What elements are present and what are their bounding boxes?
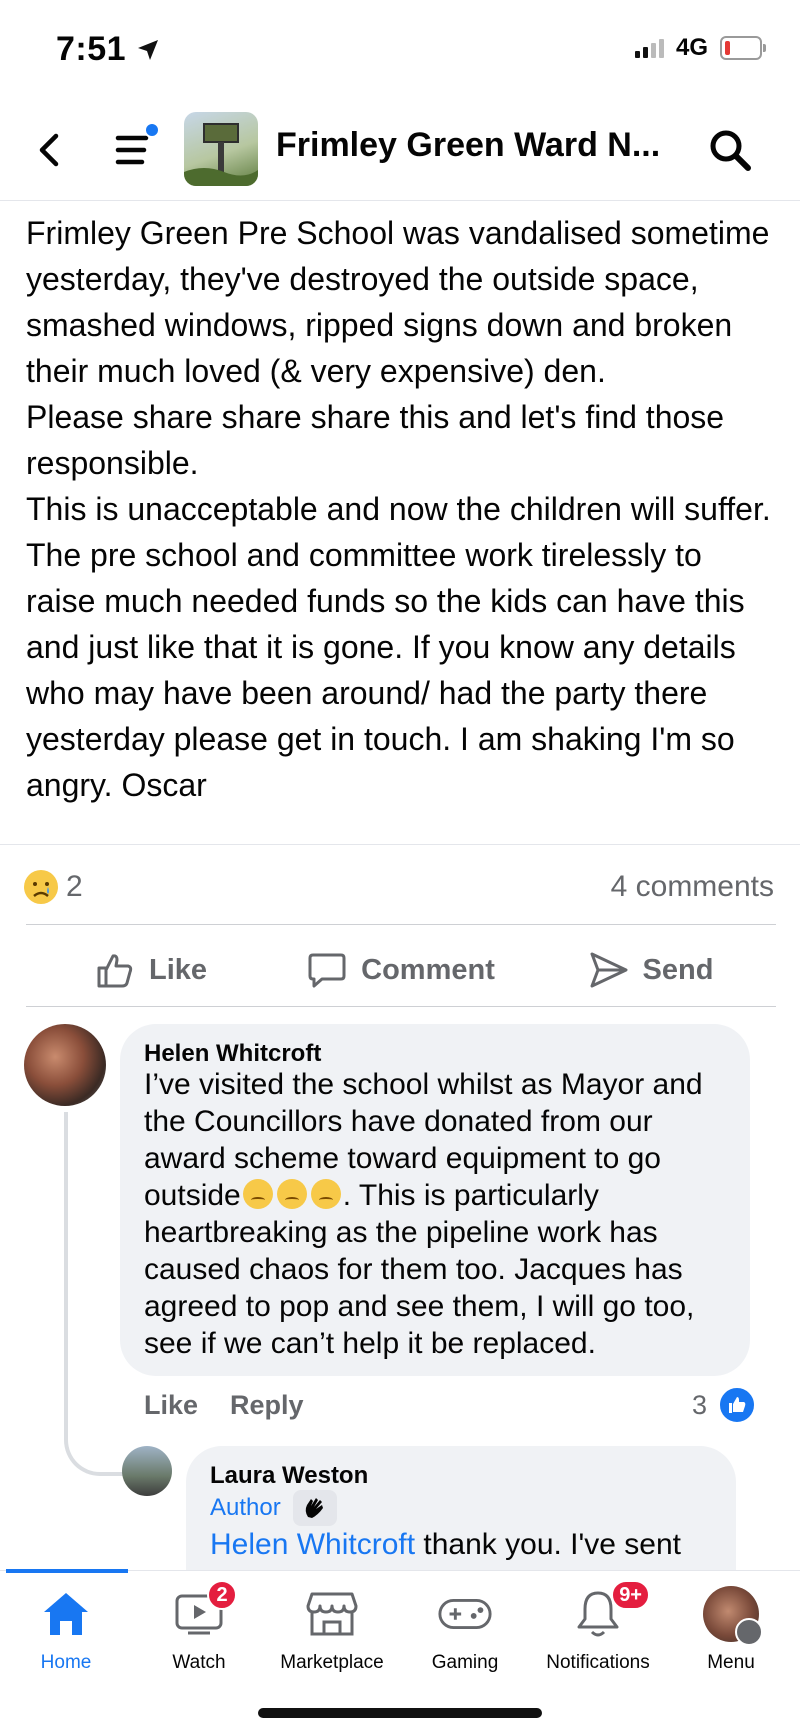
- group-cover-thumbnail[interactable]: [184, 112, 258, 186]
- reaction-count[interactable]: 2: [66, 870, 83, 904]
- gaming-icon: [437, 1586, 493, 1642]
- tab-label: Gaming: [431, 1652, 499, 1673]
- status-time: 7:51: [56, 30, 160, 69]
- tab-label: Notifications: [546, 1652, 650, 1673]
- tab-home[interactable]: Home: [0, 1586, 132, 1674]
- crying-face-icon: [276, 1179, 307, 1209]
- watch-icon: 2: [171, 1580, 237, 1642]
- location-arrow-icon: [138, 40, 159, 60]
- divider: [26, 924, 776, 925]
- tab-gaming[interactable]: Gaming: [399, 1586, 531, 1674]
- tab-watch[interactable]: 2 Watch: [133, 1580, 265, 1674]
- profile-avatar: [703, 1586, 763, 1646]
- menu-avatar-wrapper: [703, 1586, 763, 1646]
- tab-notifications[interactable]: 9+ Notifications: [532, 1580, 664, 1674]
- network-type: 4G: [675, 34, 708, 61]
- comment-like-button[interactable]: Like: [144, 1390, 198, 1421]
- reply-author[interactable]: Laura Weston: [210, 1462, 368, 1490]
- battery-icon: [720, 36, 766, 60]
- notification-dot: [144, 122, 160, 138]
- comment-like-count[interactable]: 3: [692, 1390, 707, 1421]
- tab-marketplace[interactable]: Marketplace: [266, 1586, 398, 1674]
- post-paragraph: This is unacceptable and now the childre…: [26, 491, 771, 803]
- comment-text: I’ve visited the school whilst as Mayor …: [144, 1068, 703, 1360]
- tab-menu[interactable]: Menu: [665, 1586, 797, 1674]
- comments-count[interactable]: 4 comments: [611, 870, 774, 904]
- like-reaction-icon: [718, 1386, 756, 1424]
- watch-badge: 2: [207, 1580, 237, 1610]
- reply-text: Helen Whitcroft thank you. I've sent: [210, 1528, 681, 1561]
- mention-link[interactable]: Helen Whitcroft: [210, 1528, 415, 1561]
- like-label: Like: [148, 953, 208, 986]
- send-label: Send: [642, 953, 714, 986]
- bell-icon: 9+: [570, 1580, 650, 1642]
- signal-icon: [634, 38, 664, 58]
- search-icon[interactable]: [706, 126, 754, 174]
- author-badge: Author: [210, 1490, 337, 1526]
- post-paragraph: Please share share share this and let's …: [26, 399, 725, 481]
- menu-lines-icon: [735, 1618, 763, 1646]
- tab-label: Watch: [172, 1652, 226, 1673]
- tab-label: Marketplace: [280, 1652, 384, 1673]
- post-actions-bar: Like Comment Send: [26, 930, 776, 1010]
- group-title[interactable]: Frimley Green Ward N...: [276, 126, 660, 165]
- home-icon: [38, 1586, 94, 1642]
- comment-author[interactable]: Helen Whitcroft: [144, 1040, 321, 1068]
- author-label: Author: [210, 1494, 281, 1521]
- post-paragraph: Frimley Green Pre School was vandalised …: [26, 215, 770, 389]
- notifications-badge: 9+: [611, 1580, 650, 1610]
- send-arrow-icon: [590, 952, 628, 988]
- crying-face-icon: [310, 1179, 341, 1209]
- post-body: Frimley Green Pre School was vandalised …: [26, 210, 778, 842]
- thumbs-up-icon: [97, 954, 133, 988]
- comment-label: Comment: [361, 953, 495, 986]
- divider: [0, 844, 800, 845]
- group-header: Frimley Green Ward N...: [0, 100, 800, 201]
- waving-hand-icon: [292, 1490, 337, 1526]
- reply-avatar[interactable]: [122, 1446, 172, 1496]
- active-tab-indicator: [6, 1569, 128, 1573]
- marketplace-icon: [304, 1586, 360, 1642]
- village-sign-image: [184, 123, 258, 186]
- sad-reaction-icon[interactable]: [24, 870, 58, 904]
- tab-label: Home: [40, 1652, 92, 1673]
- send-button[interactable]: Send: [526, 930, 776, 1010]
- crying-face-icon: [242, 1179, 273, 1209]
- status-indicators: 4G: [634, 34, 766, 62]
- comment-bubble-icon: [308, 953, 346, 988]
- comment-reply-button[interactable]: Reply: [230, 1390, 304, 1421]
- divider: [26, 1006, 776, 1007]
- home-indicator[interactable]: [258, 1708, 542, 1718]
- commenter-avatar[interactable]: [24, 1024, 106, 1106]
- like-button[interactable]: Like: [26, 930, 276, 1010]
- back-arrow-icon[interactable]: [30, 130, 70, 170]
- comment-button[interactable]: Comment: [276, 930, 526, 1010]
- tab-label: Menu: [707, 1652, 755, 1673]
